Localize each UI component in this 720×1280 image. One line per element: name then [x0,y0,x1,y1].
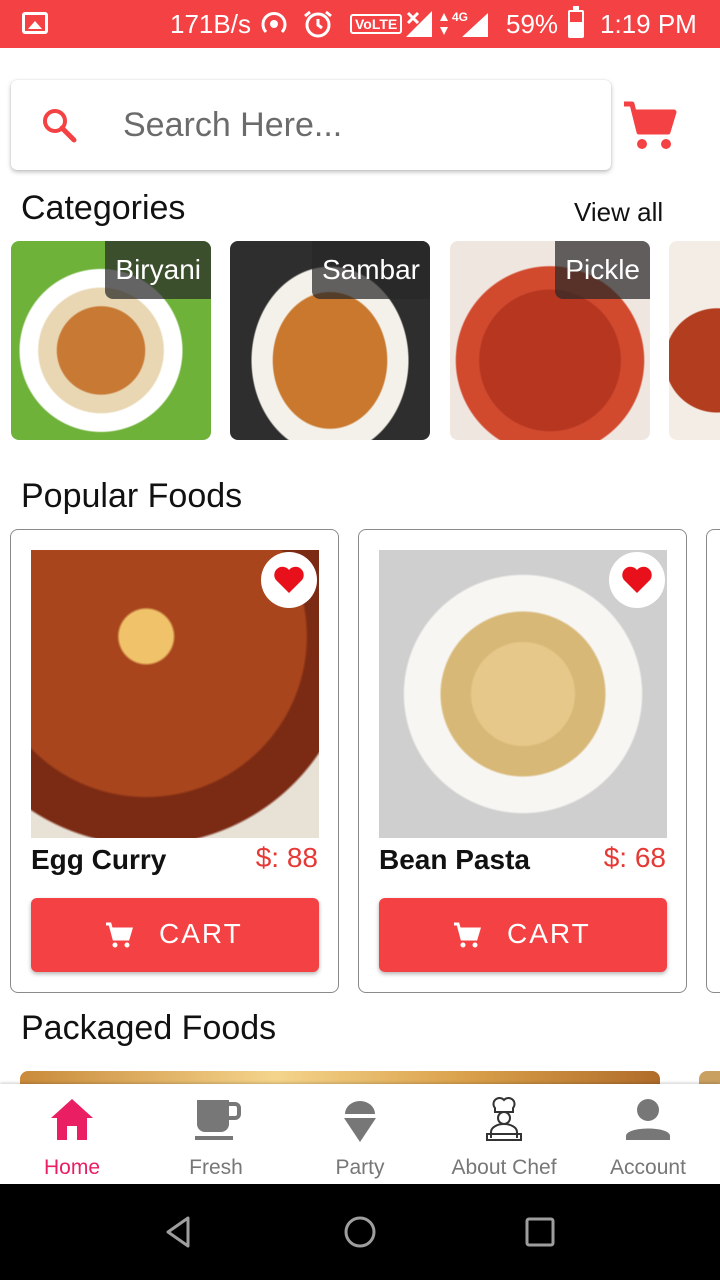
add-to-cart-button[interactable]: CART [379,898,667,972]
food-card-bean-pasta[interactable]: Bean Pasta $: 68 CART [358,529,687,993]
popular-foods-title: Popular Foods [21,477,243,515]
cart-icon [106,922,133,948]
category-label: Sambar [311,241,430,299]
ice-cream-icon [344,1101,376,1142]
category-card-pickle[interactable]: Pickle [450,241,650,440]
categories-title: Categories [21,189,186,227]
search-icon[interactable] [41,107,77,143]
nav-label: Fresh [189,1156,243,1179]
favorite-button[interactable] [261,552,317,608]
packaged-foods-title: Packaged Foods [21,1009,277,1047]
category-label: Pickle [555,241,650,299]
heart-icon [274,566,304,593]
volte-badge: VoLTE [350,14,403,34]
category-card-partial[interactable] [669,241,720,440]
alarm-icon [304,10,332,38]
chef-icon [486,1097,522,1141]
network-speed: 171B/s [170,9,251,39]
nav-label: Party [335,1156,385,1179]
food-card-partial[interactable] [706,529,720,993]
add-to-cart-button[interactable]: CART [31,898,319,972]
home-icon [51,1099,93,1140]
battery-icon [568,6,584,38]
category-card-sambar[interactable]: Sambar [230,241,430,440]
cart-icon[interactable] [622,98,678,154]
nav-fresh[interactable]: Fresh [144,1084,288,1184]
image-notification-icon [22,12,48,34]
food-card-egg-curry[interactable]: Egg Curry $: 88 CART [10,529,339,993]
cart-icon [454,922,481,948]
clock: 1:19 PM [600,9,697,39]
nav-about-chef[interactable]: About Chef [432,1084,576,1184]
back-icon[interactable] [162,1214,198,1250]
system-navigation-bar [0,1184,720,1280]
food-name: Egg Curry [31,844,167,875]
nav-home[interactable]: Home [0,1084,144,1184]
battery-fill [570,21,582,36]
status-bar: 171B/s VoLTE 4G 59% 1:19 PM [0,0,720,48]
home-button-icon[interactable] [342,1214,378,1250]
search-input[interactable] [123,100,593,150]
food-image [379,550,667,838]
search-bar[interactable] [11,80,611,170]
nav-label: Home [43,1156,101,1179]
cart-button-label: CART [507,918,591,949]
category-label: Biryani [105,241,211,299]
bottom-navigation: Home Fresh Party About Chef Account [0,1084,720,1184]
signal-1-icon [406,11,432,37]
view-all-link[interactable]: View all [574,197,663,228]
category-card-biryani[interactable]: Biryani [11,241,211,440]
food-name: Bean Pasta [379,844,530,875]
cart-button-label: CART [159,918,243,949]
cup-icon [195,1100,241,1140]
signal-2-icon: 4G [440,10,488,37]
svg-text:4G: 4G [452,10,468,24]
nav-account[interactable]: Account [576,1084,720,1184]
nav-party[interactable]: Party [288,1084,432,1184]
heart-icon [622,566,652,593]
food-price: $: 68 [603,842,666,873]
food-price: $: 88 [255,842,318,873]
nav-label: Account [610,1156,686,1179]
nav-label: About Chef [451,1156,557,1179]
recents-icon[interactable] [522,1214,558,1250]
battery-percent: 59% [506,9,559,39]
account-icon [626,1099,670,1140]
favorite-button[interactable] [609,552,665,608]
hotspot-icon [261,12,287,34]
food-image [31,550,319,838]
